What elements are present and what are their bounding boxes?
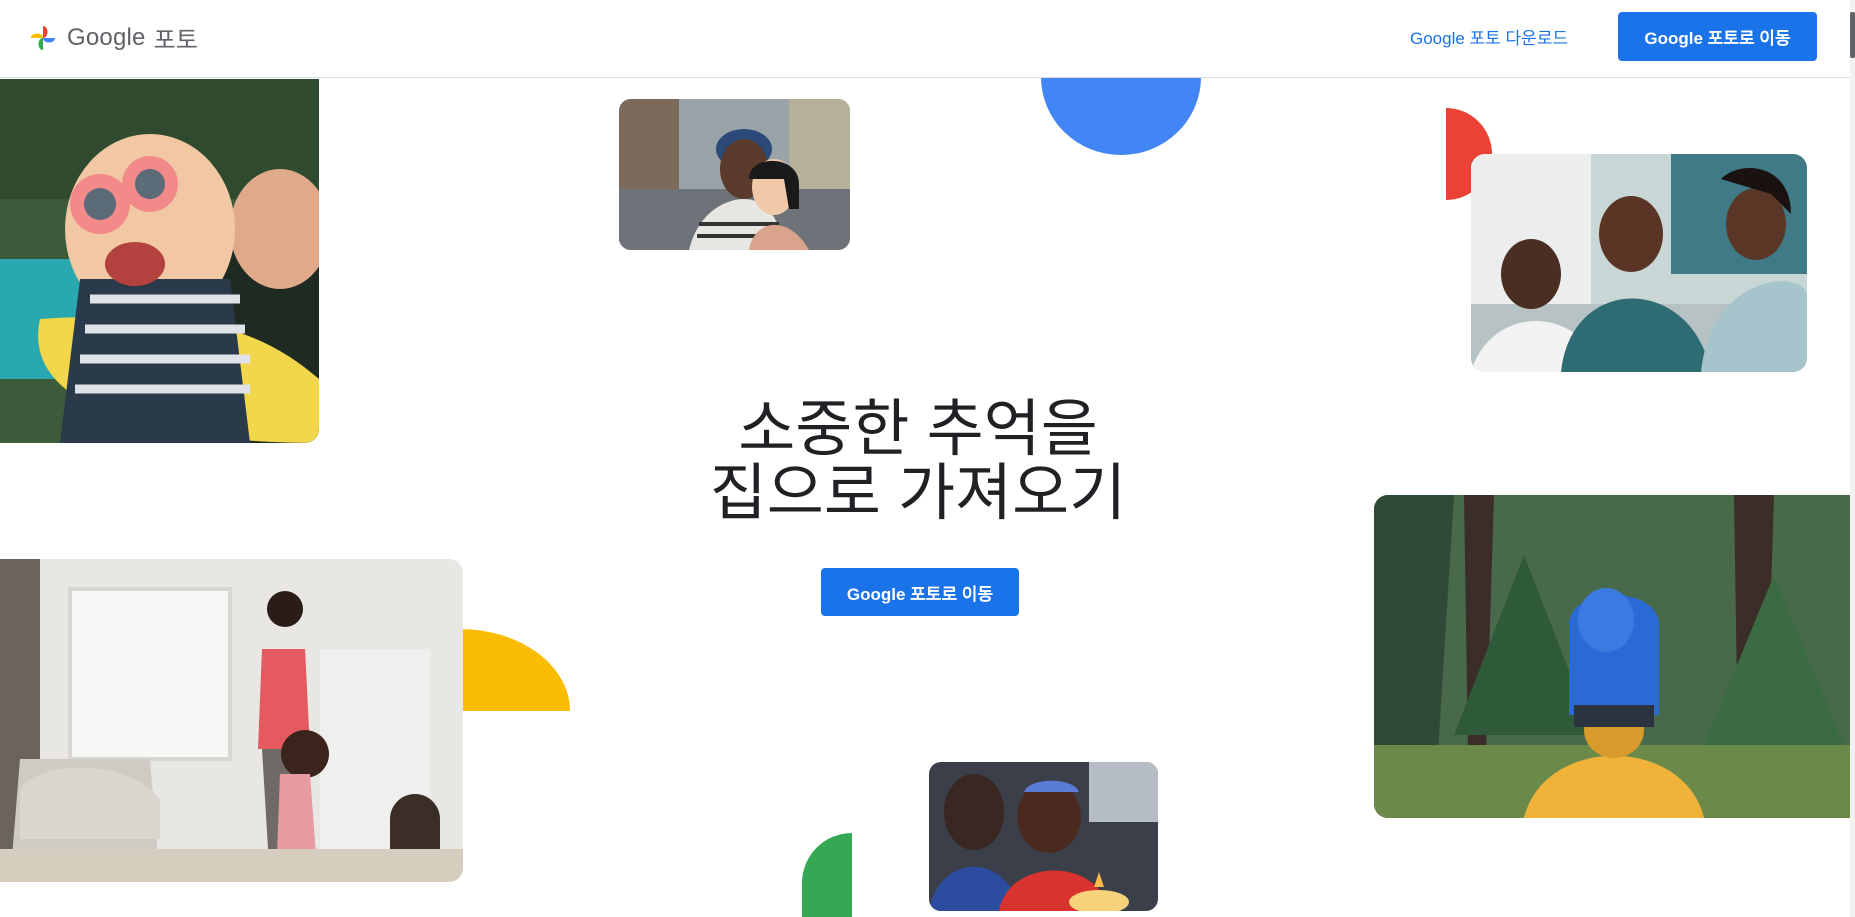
yellow-quarter-circle-shape: [460, 629, 570, 711]
hero-title-line-1: 소중한 추억을: [738, 395, 1098, 464]
green-half-circle-shape: [802, 833, 852, 917]
photo-child-sunglasses: [0, 79, 319, 443]
photo-couple-city: [619, 99, 850, 250]
photo-mother-daughter: [0, 559, 463, 882]
hero-title-line-2: 집으로 가져오기: [709, 459, 1127, 528]
brand-product-text: 포토: [153, 27, 199, 54]
photo-women-couch: [1471, 154, 1807, 372]
pinwheel-icon: [31, 25, 55, 50]
google-photos-logo[interactable]: Google 포토: [27, 20, 198, 55]
brand-google-text: Google: [67, 23, 146, 51]
photo-birthday-candles: [929, 762, 1158, 911]
hero-title: 소중한 추억을 집으로 가져오기: [627, 398, 1209, 526]
download-link[interactable]: Google 포토 다운로드: [1410, 24, 1568, 54]
go-to-photos-header-button[interactable]: Google 포토로 이동: [1618, 12, 1817, 61]
go-to-photos-hero-button[interactable]: Google 포토로 이동: [821, 568, 1019, 616]
scrollbar[interactable]: [1850, 0, 1855, 917]
scrollbar-thumb[interactable]: [1850, 12, 1855, 58]
photo-forest-shoulders: [1374, 495, 1850, 818]
top-header: Google 포토 Google 포토 다운로드 Google 포토로 이동: [0, 0, 1850, 78]
